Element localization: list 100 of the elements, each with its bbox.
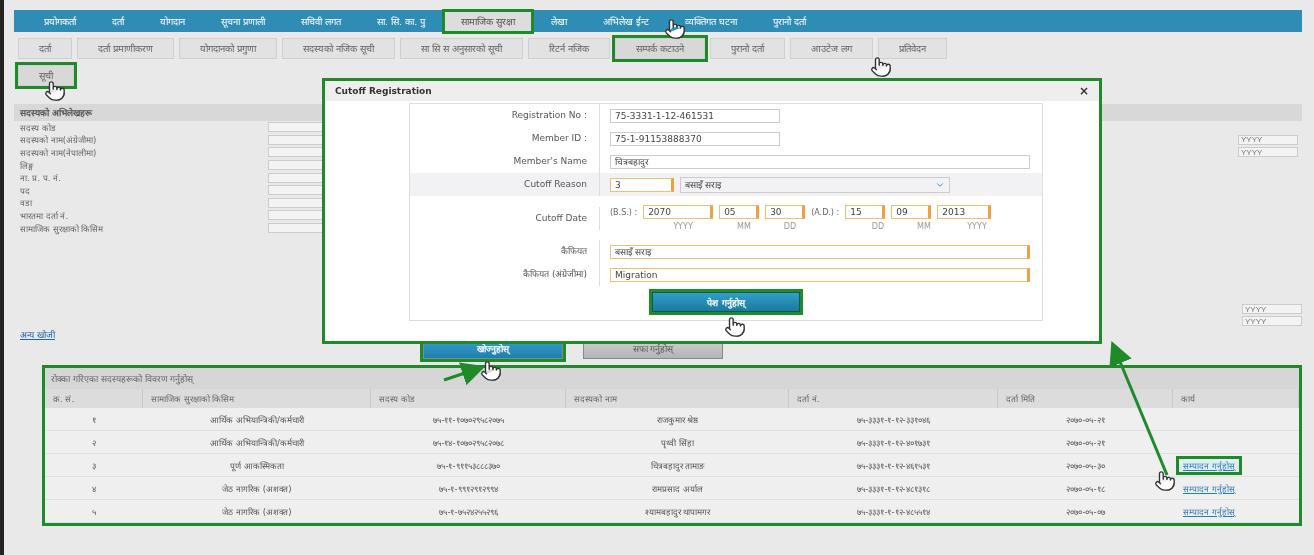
table-cell-text: ३ [91, 459, 97, 471]
top-menu-item[interactable]: सामाजिक सुरक्षा [445, 11, 532, 31]
list-tab[interactable]: सूची [18, 65, 74, 86]
input-field[interactable]: 75-3331-1-12-461531 [610, 108, 780, 123]
table-cell-text: ४ [91, 482, 97, 494]
input-field[interactable]: Migration [610, 267, 1030, 282]
column-header: कार्य [1173, 389, 1299, 409]
sub-tab[interactable]: आउटेज लग [790, 38, 874, 59]
field-label: लिङ्ग [20, 159, 34, 171]
sub-tab[interactable]: प्रतिवेदन [878, 38, 948, 59]
table-cell-text: ७५-३३३१-१-१२-४८५५१४ [856, 505, 931, 517]
date-field[interactable]: YYYY [1238, 134, 1298, 145]
field-label: Member ID : [410, 127, 600, 150]
top-menu-item[interactable]: सचिवी लगत [285, 11, 358, 31]
edit-link[interactable]: सम्पादन गर्नुहोस् [1179, 458, 1239, 472]
table-cell-text: २०७०-०५-३० [1065, 459, 1106, 471]
date-field[interactable]: 15 [845, 205, 886, 219]
format-hint: YYYY [966, 222, 988, 231]
date-field[interactable]: 05 [719, 205, 760, 219]
hand-cursor-icon [44, 80, 66, 102]
field-label: सदस्य कोड [20, 121, 57, 133]
table-cell-text: ७५-१-९११५३८८८३७० [436, 459, 501, 471]
hand-cursor-icon [724, 316, 746, 338]
table-cell-text: ७५-१-९९१२९१२९९४ [438, 482, 499, 494]
field-label: सदस्यको नाम(अंग्रेजीमा) [20, 134, 98, 146]
hand-cursor-icon [480, 360, 502, 382]
edit-link[interactable]: सम्पादन गर्नुहोस् [1179, 481, 1239, 495]
table-cell-text: ७५-३३३१-१-१२-४८१३१८ [856, 482, 931, 494]
field-label: Cutoff Reason [410, 173, 600, 196]
edit-link[interactable]: सम्पादन गर्नुहोस् [1179, 504, 1239, 518]
column-header: दर्ता नं. [789, 389, 998, 409]
field-label: ना. प्र. प. नं. [20, 172, 62, 184]
table-title: रोक्का गरिएका सदस्यहरूको विवरण गर्नुहोस् [45, 368, 1299, 390]
dialog-title: Cutoff Registration [335, 86, 432, 96]
table-cell-text: आर्थिक अभियान्त्रिकी/कर्मचारी [209, 436, 305, 448]
table-cell-text: २०७०-०५-०७ [1065, 505, 1106, 517]
table-cell-text: पूर्ण आकस्मिकता [229, 459, 285, 471]
column-header: सदस्य कोड [371, 389, 566, 409]
input-field[interactable]: चित्रबहादुर [610, 154, 1030, 169]
field-label: Registration No : [410, 104, 600, 127]
field-label: भारतमा दर्ता नं. [20, 209, 70, 221]
table-cell-text: जेठ नागरिक (अशक्त) [221, 482, 293, 494]
table-cell-text: २ [91, 436, 97, 448]
input-field[interactable]: 75-1-91153888370 [610, 131, 780, 146]
top-menu-item[interactable]: प्रयोगकर्ता [28, 11, 92, 31]
format-hint: MM [736, 222, 752, 231]
table-cell-text: ७५-१४-१०७०२९५८२०७८ [432, 436, 505, 448]
column-header: सामाजिक सुरक्षाको किसिम [143, 389, 371, 409]
column-header: सदस्यको नाम [566, 389, 789, 409]
table-cell-text: ७५-३३३१-१-१२-४०१७३१ [856, 436, 931, 448]
date-field[interactable]: 09 [891, 205, 932, 219]
code-field[interactable]: 3 [610, 177, 674, 192]
top-menu-item[interactable]: पुरानो दर्ता [757, 11, 823, 31]
sub-tab[interactable]: सम्पर्क कटाउने [615, 38, 706, 59]
top-menu-item[interactable]: योगदान [144, 11, 201, 31]
table-cell-text: श्यामबहादुर थापामगर [643, 505, 712, 517]
sub-tab[interactable]: पुरानो दर्ता [710, 38, 786, 59]
sub-tab[interactable]: सदस्यको नजिक सूची [282, 38, 396, 59]
calendar-label: (A.D.) : [811, 207, 840, 217]
top-menu-item[interactable]: सूचना प्रणाली [205, 11, 282, 31]
field-label: पद [20, 184, 31, 196]
format-hint: YYYY [672, 222, 694, 231]
input-field[interactable]: बसाइँ सराइ [610, 244, 1030, 259]
sub-tab[interactable]: रिटर्न नजिक [528, 38, 611, 59]
field-label: सदस्यको नाम(नेपालीमा) [20, 147, 98, 158]
date-field[interactable]: YYYY [1242, 304, 1302, 315]
column-header: क्र. सं. [45, 389, 143, 409]
close-button[interactable]: × [1078, 84, 1089, 98]
table-cell-text: २०७०-०५-२१ [1065, 413, 1106, 425]
top-menu-item[interactable]: सा. सि. का. पु [361, 11, 442, 31]
table-cell-text: रामप्रसाद अर्याल [651, 482, 704, 494]
hand-cursor-icon [664, 18, 686, 40]
sub-tab[interactable]: सा सि स अनुसारको सूची [400, 38, 524, 59]
table-cell-text: १ [91, 413, 97, 425]
sub-tab[interactable]: दर्ता [18, 38, 72, 59]
table-cell-text: २०७०-०५-१८ [1065, 482, 1106, 494]
table-cell-text: २०७०-०५-२१ [1065, 436, 1106, 448]
more-search-link[interactable]: अन्य खोजी [14, 328, 55, 342]
submit-button[interactable]: पेश गर्नुहोस् [652, 292, 800, 312]
field-label: कैफियत [410, 240, 600, 263]
top-menu-item[interactable]: लेखा [535, 11, 584, 31]
table-cell-text: राजकुमार श्रेष्ठ [655, 413, 700, 425]
table-cell-text: जेठ नागरिक (अशक्त) [221, 505, 293, 517]
date-field[interactable]: 2070 [643, 205, 714, 219]
format-hint: DD [782, 222, 798, 231]
format-hint: DD [870, 222, 886, 231]
reason-dropdown[interactable]: बसाइँ सराइ [680, 176, 950, 193]
format-hint: MM [916, 222, 932, 231]
field-label: वडा [20, 197, 33, 209]
top-menu-item[interactable]: दर्ता [96, 11, 140, 31]
sub-tab[interactable]: दर्ता प्रमाणीकरण [77, 38, 175, 59]
date-field[interactable]: YYYY [1242, 316, 1302, 327]
date-field[interactable]: 30 [765, 205, 806, 219]
column-header: दर्ता मिति [998, 389, 1173, 409]
date-field[interactable]: YYYY [1238, 147, 1298, 158]
table-cell-text: ७५-३३३१-१-१२-३३१०४६ [856, 413, 931, 425]
date-field[interactable]: 2013 [937, 205, 992, 219]
table-cell-text: ७५-११-१०७०२९५८२०७५ [432, 413, 505, 425]
sub-tab[interactable]: योगदानको प्रगुणा [179, 38, 278, 59]
top-menu-item[interactable]: अभिलेख ईन्ट [587, 11, 666, 31]
